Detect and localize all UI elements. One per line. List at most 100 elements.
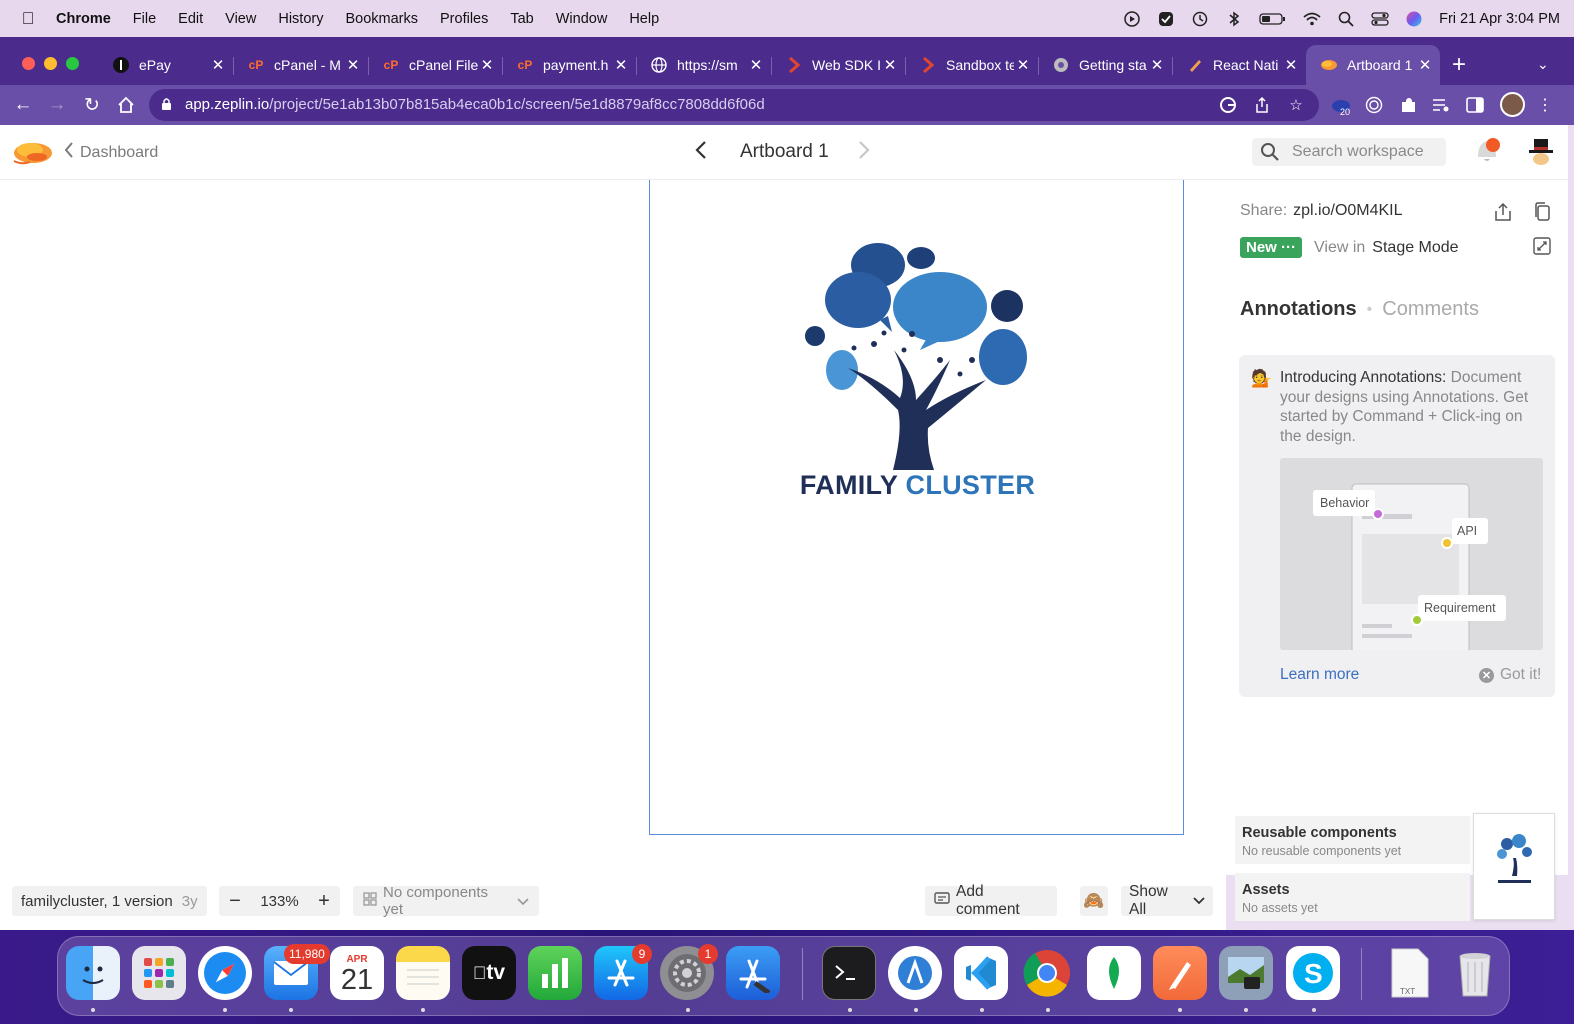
- side-panel-icon[interactable]: [1463, 93, 1487, 117]
- close-tab-icon[interactable]: ✕: [1282, 56, 1300, 74]
- apple-tv-icon[interactable]: tv: [462, 946, 516, 1000]
- target-extension-icon[interactable]: [1362, 93, 1386, 117]
- tab-getting-started[interactable]: Getting sta ✕: [1038, 45, 1173, 85]
- tab-web-sdk[interactable]: Web SDK I ✕: [771, 45, 906, 85]
- close-tab-icon[interactable]: ✕: [209, 56, 227, 74]
- skype-icon[interactable]: S: [1286, 946, 1340, 1000]
- menu-tab[interactable]: Tab: [499, 11, 544, 27]
- checkbox-app-icon[interactable]: [1157, 10, 1175, 28]
- screen-thumbnail[interactable]: [1473, 813, 1555, 920]
- google-lens-icon[interactable]: [1218, 95, 1238, 115]
- address-bar[interactable]: app.zeplin.io/project/5e1ab13b07b815ab4e…: [149, 89, 1319, 121]
- menu-history[interactable]: History: [267, 11, 334, 27]
- chrome-icon[interactable]: [1020, 946, 1074, 1000]
- add-comment-button[interactable]: Add comment: [925, 883, 1057, 918]
- got-it-button[interactable]: ✕ Got it!: [1479, 666, 1541, 684]
- assets-section[interactable]: Assets No assets yet: [1235, 873, 1470, 921]
- profile-avatar[interactable]: [1500, 92, 1525, 117]
- reusable-components-section[interactable]: Reusable components No reusable componen…: [1235, 816, 1470, 864]
- zeplin-logo-icon[interactable]: [12, 137, 54, 167]
- txt-file-icon[interactable]: TXT: [1382, 946, 1436, 1000]
- tab-cpanel-m[interactable]: cP cPanel - M ✕: [233, 45, 369, 85]
- xcode-icon[interactable]: [726, 946, 780, 1000]
- siri-icon[interactable]: [1405, 10, 1423, 28]
- android-studio-icon[interactable]: [888, 946, 942, 1000]
- components-dropdown[interactable]: No components yet: [353, 884, 539, 918]
- close-tab-icon[interactable]: ✕: [1148, 56, 1166, 74]
- menu-window[interactable]: Window: [545, 11, 619, 27]
- reload-icon[interactable]: ↻: [80, 93, 104, 117]
- expand-icon[interactable]: [1533, 237, 1553, 257]
- close-window-icon[interactable]: [22, 57, 35, 70]
- menu-file[interactable]: File: [122, 11, 167, 27]
- tab-comments[interactable]: Comments: [1382, 298, 1479, 321]
- close-tab-icon[interactable]: ✕: [1416, 56, 1434, 74]
- minimize-window-icon[interactable]: [44, 57, 57, 70]
- tab-https[interactable]: https://sm ✕: [636, 45, 772, 85]
- menu-edit[interactable]: Edit: [167, 11, 214, 27]
- zoom-in-plus-icon[interactable]: +: [316, 891, 332, 911]
- next-screen-chevron-icon[interactable]: [857, 139, 871, 167]
- forward-arrow-icon[interactable]: →: [45, 93, 69, 117]
- notifications-bell-icon[interactable]: [1474, 137, 1500, 165]
- user-avatar-tophat[interactable]: [1528, 137, 1554, 167]
- terminal-icon[interactable]: [822, 946, 876, 1000]
- artboard-frame[interactable]: FAMILY CLUSTER: [649, 180, 1184, 835]
- wifi-icon[interactable]: [1303, 10, 1321, 28]
- tab-annotations[interactable]: Annotations: [1240, 298, 1357, 321]
- menu-profiles[interactable]: Profiles: [429, 11, 499, 27]
- tab-epay[interactable]: ePay ✕: [98, 45, 234, 85]
- tab-sandbox[interactable]: Sandbox te ✕: [905, 45, 1039, 85]
- close-tab-icon[interactable]: ✕: [881, 56, 899, 74]
- close-tab-icon[interactable]: ✕: [1014, 56, 1032, 74]
- menu-help[interactable]: Help: [618, 11, 670, 27]
- menu-clock[interactable]: Fri 21 Apr 3:04 PM: [1439, 11, 1560, 27]
- share-export-icon[interactable]: [1494, 202, 1514, 222]
- mongodb-compass-icon[interactable]: [1087, 946, 1141, 1000]
- battery-icon[interactable]: [1259, 10, 1287, 28]
- learn-more-link[interactable]: Learn more: [1280, 666, 1359, 684]
- time-machine-icon[interactable]: [1191, 10, 1209, 28]
- back-to-dashboard[interactable]: Dashboard: [64, 142, 158, 163]
- menu-app-chrome[interactable]: Chrome: [56, 11, 122, 27]
- trash-icon[interactable]: [1448, 946, 1502, 1000]
- menu-view[interactable]: View: [214, 11, 267, 27]
- copy-link-icon[interactable]: [1533, 202, 1553, 222]
- finder-icon[interactable]: [66, 946, 120, 1000]
- tab-payment[interactable]: cP payment.h ✕: [502, 45, 637, 85]
- tab-search-chevron-icon[interactable]: ⌄: [1537, 56, 1549, 73]
- version-chip[interactable]: familycluster, 1 version 3y: [12, 886, 207, 916]
- zoom-out-minus-icon[interactable]: −: [227, 891, 243, 911]
- share-icon[interactable]: [1252, 95, 1272, 115]
- search-input[interactable]: [1292, 141, 1442, 163]
- show-all-dropdown[interactable]: Show All: [1121, 883, 1213, 918]
- stage-mode-link[interactable]: Stage Mode: [1372, 239, 1458, 257]
- apple-menu-icon[interactable]: : [0, 9, 56, 29]
- calendar-icon[interactable]: APR 21: [330, 946, 384, 1000]
- media-queue-icon[interactable]: [1429, 93, 1453, 117]
- launchpad-icon[interactable]: [132, 946, 186, 1000]
- notes-icon[interactable]: [396, 946, 450, 1000]
- tab-artboard-active[interactable]: Artboard 1 ✕: [1306, 45, 1440, 85]
- tab-cpanel-file[interactable]: cP cPanel File ✕: [368, 45, 503, 85]
- home-icon[interactable]: [114, 93, 138, 117]
- new-tab-plus-icon[interactable]: +: [1452, 53, 1466, 77]
- bluetooth-icon[interactable]: [1225, 10, 1243, 28]
- previous-screen-chevron-icon[interactable]: [694, 139, 708, 167]
- see-no-evil-monkey-icon[interactable]: 🙈: [1080, 886, 1108, 916]
- zoom-window-icon[interactable]: [66, 57, 79, 70]
- preview-photos-icon[interactable]: [1219, 946, 1273, 1000]
- close-tab-icon[interactable]: ✕: [344, 56, 362, 74]
- puzzle-extensions-icon[interactable]: [1396, 93, 1420, 117]
- control-center-icon[interactable]: [1371, 10, 1389, 28]
- spotlight-search-icon[interactable]: [1337, 10, 1355, 28]
- chrome-menu-kebab-icon[interactable]: ⋮: [1533, 93, 1557, 117]
- share-link[interactable]: zpl.io/O0M4KIL: [1293, 202, 1402, 219]
- play-circle-icon[interactable]: [1123, 10, 1141, 28]
- vscode-icon[interactable]: [954, 946, 1008, 1000]
- bookmark-star-icon[interactable]: ☆: [1286, 95, 1306, 115]
- close-tab-icon[interactable]: ✕: [478, 56, 496, 74]
- close-tab-icon[interactable]: ✕: [612, 56, 630, 74]
- safari-icon[interactable]: [198, 946, 252, 1000]
- back-arrow-icon[interactable]: ←: [11, 93, 35, 117]
